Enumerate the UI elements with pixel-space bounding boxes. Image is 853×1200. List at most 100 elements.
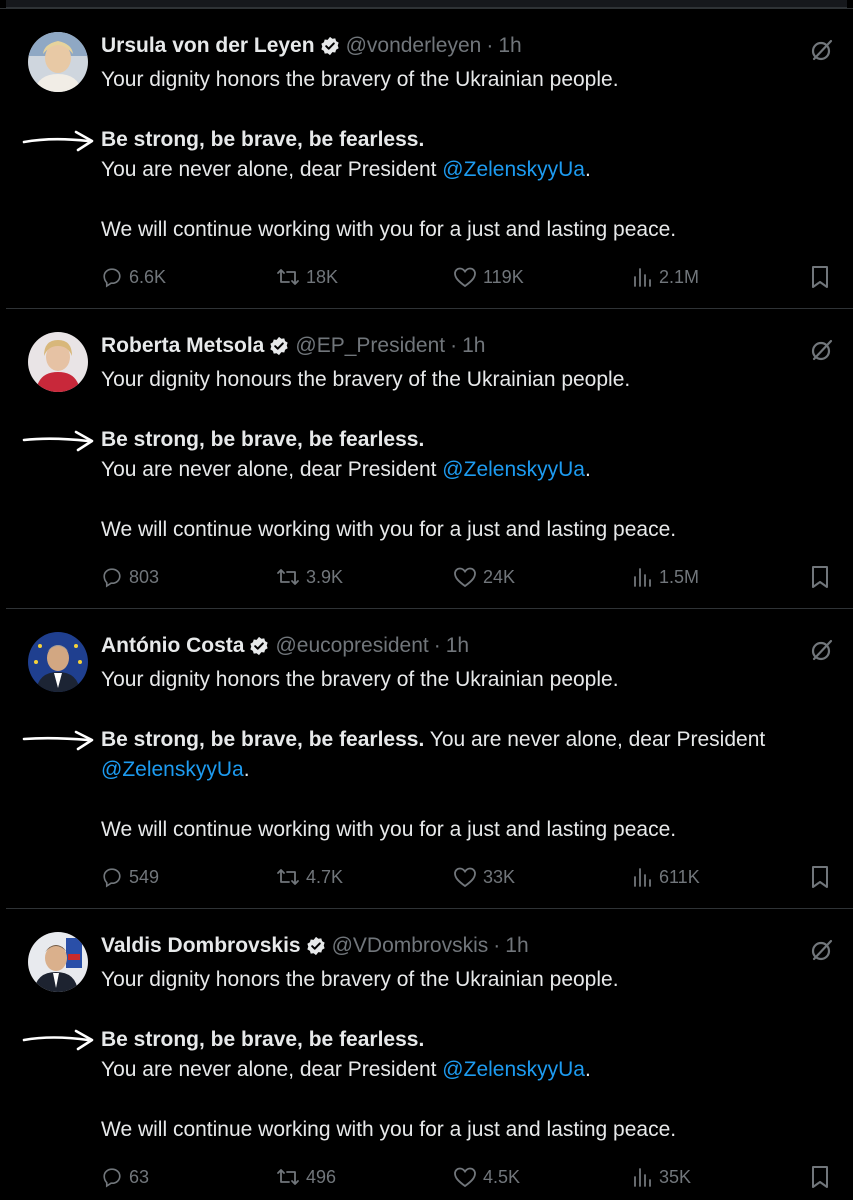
author-handle[interactable]: @eucopresident: [275, 634, 428, 658]
mention-link[interactable]: @ZelenskyyUa: [101, 758, 244, 781]
reply-count: 803: [129, 566, 160, 587]
action-bar: 549 4.7K 33K 611K: [101, 862, 853, 892]
punctuation: .: [585, 158, 591, 181]
tweet-line: Your dignity honours the bravery of the …: [101, 368, 631, 391]
separator-dot: ·: [493, 934, 501, 957]
tweet-header: António Costa @eucopresident · 1h: [101, 632, 469, 660]
timestamp[interactable]: 1h: [498, 34, 521, 58]
author-name[interactable]: António Costa: [101, 634, 244, 658]
grok-icon[interactable]: [809, 937, 835, 963]
tweet-card[interactable]: Valdis Dombrovskis @VDombrovskis · 1h Yo…: [6, 910, 853, 1200]
action-bar: 6.6K 18K 119K 2.1M: [101, 262, 853, 292]
repost-button[interactable]: 18K: [276, 262, 338, 292]
heart-icon: [454, 267, 476, 288]
top-strip: [0, 0, 853, 9]
tweet-card[interactable]: Ursula von der Leyen @vonderleyen · 1h Y…: [6, 10, 853, 309]
tweet-line: We will continue working with you for a …: [101, 1118, 677, 1141]
hand-drawn-arrow-icon: [22, 728, 97, 752]
reply-button[interactable]: 6.6K: [101, 262, 166, 292]
avatar[interactable]: [28, 632, 88, 692]
mention-link[interactable]: @ZelenskyyUa: [442, 1058, 585, 1081]
like-count: 24K: [483, 566, 516, 587]
mention-link[interactable]: @ZelenskyyUa: [442, 158, 585, 181]
tweet-line: We will continue working with you for a …: [101, 218, 677, 241]
tweet-line: You are never alone, dear President: [101, 1058, 443, 1081]
like-count: 33K: [483, 866, 516, 887]
bookmark-button[interactable]: [809, 562, 837, 592]
tweet-card[interactable]: António Costa @eucopresident · 1h Your d…: [6, 610, 853, 909]
verified-badge-icon: [269, 336, 289, 356]
timestamp[interactable]: 1h: [505, 934, 528, 958]
like-button[interactable]: 24K: [453, 562, 515, 592]
tweet-line: Your dignity honors the bravery of the U…: [101, 668, 619, 691]
repost-button[interactable]: 496: [276, 1162, 336, 1192]
repost-icon: [277, 869, 299, 885]
author-name[interactable]: Roberta Metsola: [101, 334, 264, 358]
views-button[interactable]: 611K: [631, 862, 700, 892]
author-name[interactable]: Valdis Dombrovskis: [101, 934, 301, 958]
reply-icon: [103, 568, 121, 588]
views-button[interactable]: 35K: [631, 1162, 691, 1192]
punctuation: .: [243, 758, 250, 781]
verified-badge-icon: [249, 636, 269, 656]
author-handle[interactable]: @EP_President: [295, 334, 445, 358]
bookmark-icon: [812, 266, 828, 288]
heart-icon: [454, 1167, 476, 1188]
timestamp[interactable]: 1h: [462, 334, 485, 358]
separator-dot: ·: [486, 34, 494, 57]
views-button[interactable]: 2.1M: [631, 262, 699, 292]
avatar[interactable]: [28, 932, 88, 992]
tweet-line: We will continue working with you for a …: [101, 818, 677, 841]
repost-icon: [277, 569, 299, 585]
grok-icon[interactable]: [809, 37, 835, 63]
avatar[interactable]: [28, 332, 88, 392]
action-bar: 63 496 4.5K 35K: [101, 1162, 853, 1192]
views-button[interactable]: 1.5M: [631, 562, 699, 592]
repost-count: 18K: [306, 266, 339, 287]
views-icon: [634, 868, 651, 887]
grok-icon[interactable]: [809, 637, 835, 663]
tweet-header: Roberta Metsola @EP_President · 1h: [101, 332, 485, 360]
verified-badge-icon: [320, 36, 340, 56]
reply-button[interactable]: 63: [101, 1162, 149, 1192]
bookmark-icon: [812, 1166, 828, 1188]
repost-button[interactable]: 4.7K: [276, 862, 343, 892]
avatar[interactable]: [28, 32, 88, 92]
like-count: 119K: [483, 266, 524, 287]
like-button[interactable]: 4.5K: [453, 1162, 520, 1192]
tweet-line: You are never alone, dear President: [424, 728, 766, 751]
author-handle[interactable]: @vonderleyen: [346, 34, 482, 58]
grok-icon[interactable]: [809, 337, 835, 363]
like-button[interactable]: 119K: [453, 262, 524, 292]
bold-text: Be strong, be brave, be fearless.: [101, 728, 425, 751]
tweet-line: You are never alone, dear President: [101, 458, 443, 481]
view-count: 35K: [659, 1166, 692, 1187]
views-icon: [634, 568, 651, 587]
reply-count: 6.6K: [129, 266, 167, 287]
view-count: 611K: [659, 866, 700, 887]
views-icon: [634, 268, 651, 287]
view-count: 2.1M: [659, 266, 700, 287]
reply-button[interactable]: 549: [101, 862, 159, 892]
tweet-text: Your dignity honors the bravery of the U…: [101, 665, 823, 845]
tweet-line: We will continue working with you for a …: [101, 518, 677, 541]
bookmark-button[interactable]: [809, 262, 837, 292]
author-name[interactable]: Ursula von der Leyen: [101, 34, 315, 58]
bookmark-button[interactable]: [809, 1162, 837, 1192]
hand-drawn-arrow-icon: [22, 128, 97, 152]
reply-button[interactable]: 803: [101, 562, 159, 592]
hand-drawn-arrow-icon: [22, 428, 97, 452]
hand-drawn-arrow-icon: [22, 1028, 97, 1052]
tweet-card[interactable]: Roberta Metsola @EP_President · 1h Your …: [6, 310, 853, 609]
separator-dot: ·: [433, 634, 441, 657]
tweet-line: Your dignity honors the bravery of the U…: [101, 968, 619, 991]
mention-link[interactable]: @ZelenskyyUa: [442, 458, 585, 481]
tweet-text: Your dignity honors the bravery of the U…: [101, 65, 823, 245]
bookmark-button[interactable]: [809, 862, 837, 892]
author-handle[interactable]: @VDombrovskis: [332, 934, 489, 958]
like-button[interactable]: 33K: [453, 862, 515, 892]
punctuation: .: [585, 1058, 591, 1081]
repost-button[interactable]: 3.9K: [276, 562, 343, 592]
top-strip-inner: [6, 0, 847, 8]
timestamp[interactable]: 1h: [446, 634, 469, 658]
